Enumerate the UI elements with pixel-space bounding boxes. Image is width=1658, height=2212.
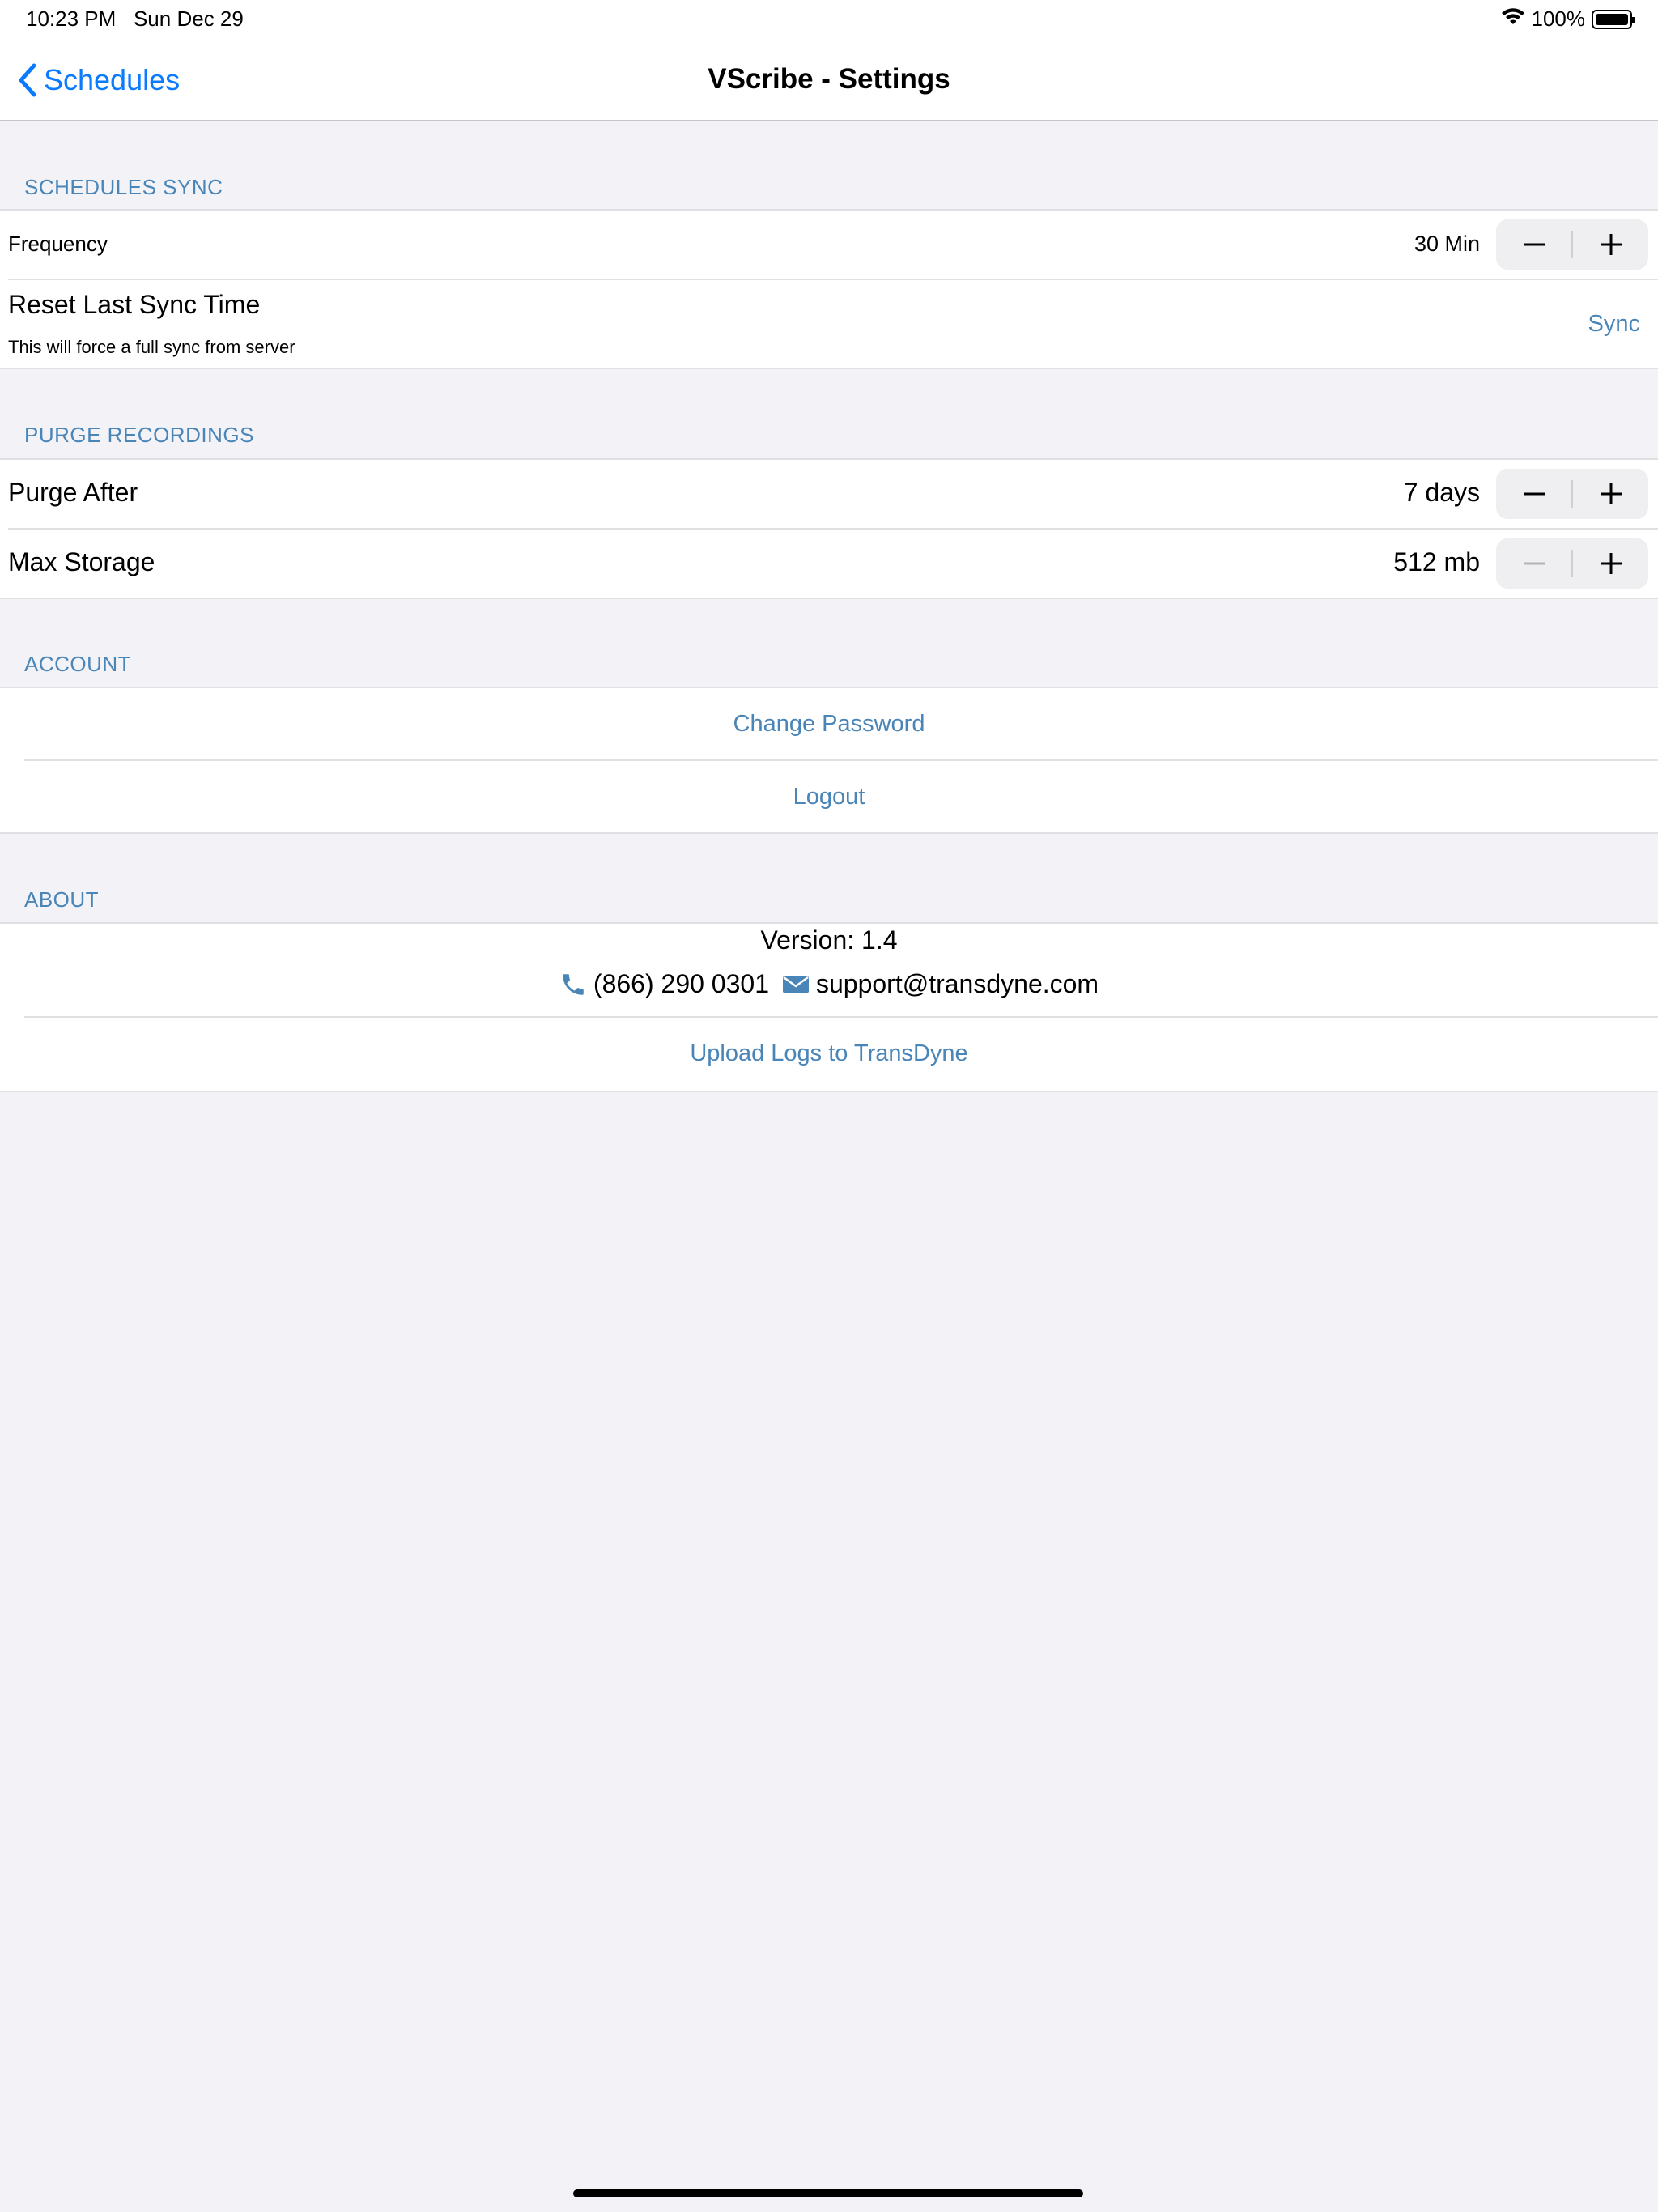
row-separator	[24, 759, 1658, 761]
frequency-value: 30 Min	[1414, 232, 1480, 256]
support-email: support@transdyne.com	[815, 969, 1099, 998]
max-storage-label: Max Storage	[8, 547, 155, 576]
phone-link[interactable]: (866) 290 0301	[559, 969, 769, 999]
purge-recordings-group: Purge After 7 days Max Storage 512 mb	[0, 458, 1658, 599]
frequency-row: Frequency 30 Min	[0, 211, 1658, 279]
purge-after-decrement-button[interactable]	[1496, 469, 1571, 519]
purge-after-label: Purge After	[8, 478, 138, 507]
minus-icon	[1523, 562, 1545, 565]
plus-icon	[1600, 483, 1622, 504]
change-password-button[interactable]: Change Password	[0, 711, 1658, 738]
plus-icon	[1600, 234, 1622, 255]
frequency-decrement-button[interactable]	[1496, 219, 1571, 270]
section-header-account: ACCOUNT	[24, 652, 132, 676]
section-header-purge-recordings: PURGE RECORDINGS	[24, 423, 254, 447]
phone-icon	[563, 973, 584, 995]
battery-icon	[1592, 9, 1635, 29]
reset-sync-row: Reset Last Sync Time This will force a f…	[0, 280, 1658, 368]
battery-percent: 100%	[1531, 6, 1586, 31]
max-storage-decrement-button[interactable]	[1496, 538, 1571, 589]
row-separator	[24, 1016, 1658, 1018]
minus-icon	[1523, 243, 1545, 246]
reset-sync-description: This will force a full sync from server	[8, 337, 295, 357]
logout-button[interactable]: Logout	[0, 784, 1658, 810]
contact-info: (866) 290 0301 support@transdyne.com	[0, 969, 1658, 999]
plus-icon	[1600, 553, 1622, 574]
home-indicator	[573, 2189, 1083, 2197]
schedules-sync-group: Frequency 30 Min Reset Last Sync Time Th…	[0, 209, 1658, 369]
purge-after-stepper[interactable]	[1496, 469, 1648, 519]
phone-number: (866) 290 0301	[593, 969, 769, 998]
page-title: VScribe - Settings	[708, 63, 950, 95]
max-storage-increment-button[interactable]	[1573, 538, 1648, 589]
max-storage-value: 512 mb	[1393, 547, 1480, 576]
status-bar-right: 100%	[1501, 6, 1635, 32]
purge-after-row: Purge After 7 days	[0, 460, 1658, 528]
purge-after-value: 7 days	[1403, 478, 1480, 507]
upload-logs-button[interactable]: Upload Logs to TransDyne	[0, 1040, 1658, 1067]
minus-icon	[1523, 492, 1545, 496]
wifi-icon	[1501, 6, 1525, 32]
email-link[interactable]: support@transdyne.com	[782, 969, 1099, 999]
sync-button[interactable]: Sync	[1588, 311, 1640, 338]
frequency-stepper[interactable]	[1496, 219, 1648, 270]
reset-sync-label: Reset Last Sync Time	[8, 290, 261, 319]
navigation-bar: 10:23 PM Sun Dec 29 100% Schedules VScri…	[0, 0, 1658, 121]
version-text: Version: 1.4	[760, 925, 898, 955]
status-bar-time: 10:23 PM Sun Dec 29	[26, 6, 244, 31]
frequency-label: Frequency	[8, 232, 108, 256]
account-group: Change Password Logout	[0, 687, 1658, 834]
section-header-about: ABOUT	[24, 887, 100, 912]
envelope-icon	[782, 975, 809, 993]
frequency-increment-button[interactable]	[1573, 219, 1648, 270]
max-storage-row: Max Storage 512 mb	[0, 530, 1658, 598]
max-storage-stepper[interactable]	[1496, 538, 1648, 589]
section-header-schedules-sync: SCHEDULES SYNC	[24, 175, 223, 199]
about-group: Version: 1.4 (866) 290 0301 support@tran…	[0, 922, 1658, 1092]
purge-after-increment-button[interactable]	[1573, 469, 1648, 519]
